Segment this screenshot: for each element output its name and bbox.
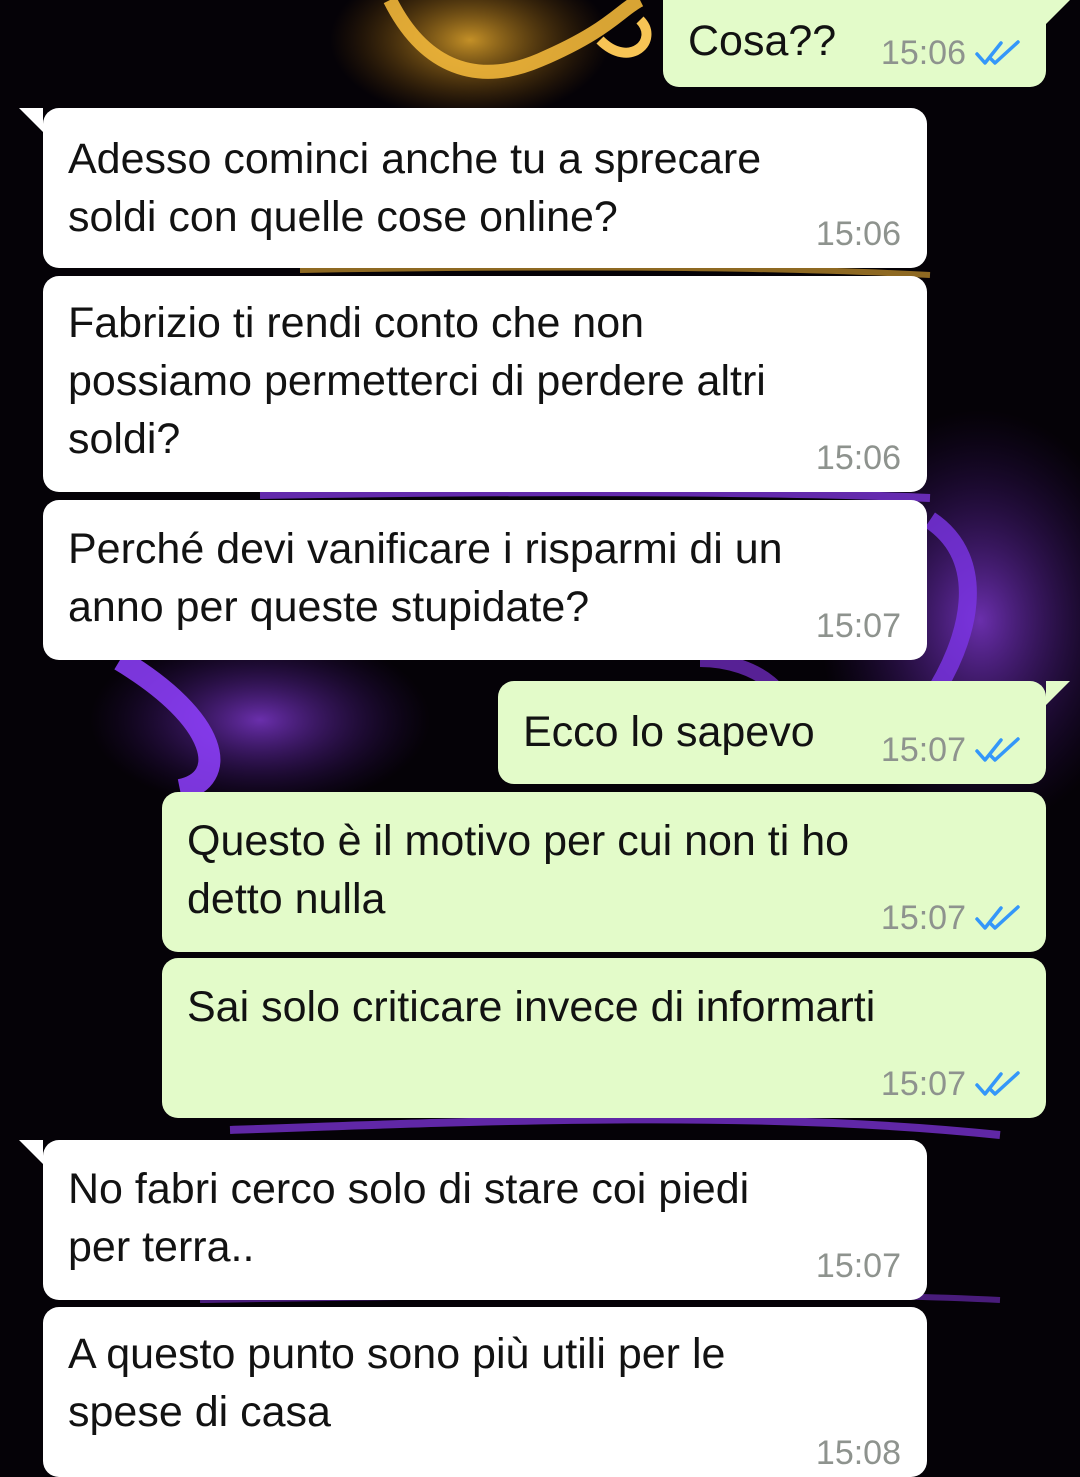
message-text: A questo punto sono più utili per le spe… xyxy=(68,1330,726,1436)
bubble-tail xyxy=(1046,681,1070,705)
message-text: Questo è il motivo per cui non ti ho det… xyxy=(187,817,850,923)
message-meta: 15:06 xyxy=(816,214,901,254)
outgoing-message[interactable]: Questo è il motivo per cui non ti ho det… xyxy=(162,792,1046,952)
message-text: Sai solo criticare invece di informarti xyxy=(187,983,876,1031)
chat-thread: Cosa?? 15:06 Adesso cominci anche tu a spr… xyxy=(0,0,1080,1477)
message-text: Adesso cominci anche tu a sprecare soldi… xyxy=(68,135,762,241)
message-meta: 15:07 xyxy=(881,1064,1022,1104)
message-meta: 15:07 xyxy=(881,730,1022,770)
bubble-tail xyxy=(1046,0,1070,24)
message-timestamp: 15:06 xyxy=(815,439,901,477)
message-timestamp: 15:06 xyxy=(815,215,901,253)
outgoing-message[interactable]: Cosa?? 15:06 xyxy=(663,0,1070,87)
message-text: No fabri cerco solo di stare coi piedi p… xyxy=(68,1165,750,1271)
incoming-message[interactable]: Perché devi vanificare i risparmi di un … xyxy=(43,500,927,660)
outgoing-message[interactable]: Sai solo criticare invece di informarti 1… xyxy=(162,958,1046,1118)
message-timestamp: 15:07 xyxy=(880,731,966,769)
incoming-message[interactable]: No fabri cerco solo di stare coi piedi p… xyxy=(19,1140,927,1300)
message-meta: 15:07 xyxy=(816,1246,901,1286)
message-text: Perché devi vanificare i risparmi di un … xyxy=(68,525,783,631)
message-meta: 15:08 xyxy=(816,1433,901,1473)
message-timestamp: 15:06 xyxy=(880,34,966,72)
message-timestamp: 15:07 xyxy=(815,607,901,645)
double-check-icon xyxy=(975,737,1020,762)
message-meta: 15:06 xyxy=(816,438,901,478)
message-timestamp: 15:07 xyxy=(815,1247,901,1285)
incoming-message[interactable]: Adesso cominci anche tu a sprecare soldi… xyxy=(19,108,927,268)
message-text: Cosa?? xyxy=(688,17,837,65)
message-text: Fabrizio ti rendi conto che non possiamo… xyxy=(68,299,766,463)
double-check-icon xyxy=(975,905,1020,930)
outgoing-message[interactable]: Ecco lo sapevo 15:07 xyxy=(498,681,1070,784)
incoming-message[interactable]: Fabrizio ti rendi conto che non possiamo… xyxy=(43,276,927,492)
message-meta: 15:07 xyxy=(816,606,901,646)
message-meta: 15:07 xyxy=(881,898,1022,938)
message-meta: 15:06 xyxy=(881,33,1022,73)
double-check-icon xyxy=(975,1071,1020,1096)
message-timestamp: 15:08 xyxy=(815,1434,901,1472)
message-timestamp: 15:07 xyxy=(880,1065,966,1103)
message-text: Ecco lo sapevo xyxy=(523,708,815,756)
bubble-tail xyxy=(19,108,43,132)
double-check-icon xyxy=(975,40,1020,65)
incoming-message[interactable]: A questo punto sono più utili per le spe… xyxy=(43,1307,927,1477)
bubble-tail xyxy=(19,1140,43,1164)
message-timestamp: 15:07 xyxy=(880,899,966,937)
